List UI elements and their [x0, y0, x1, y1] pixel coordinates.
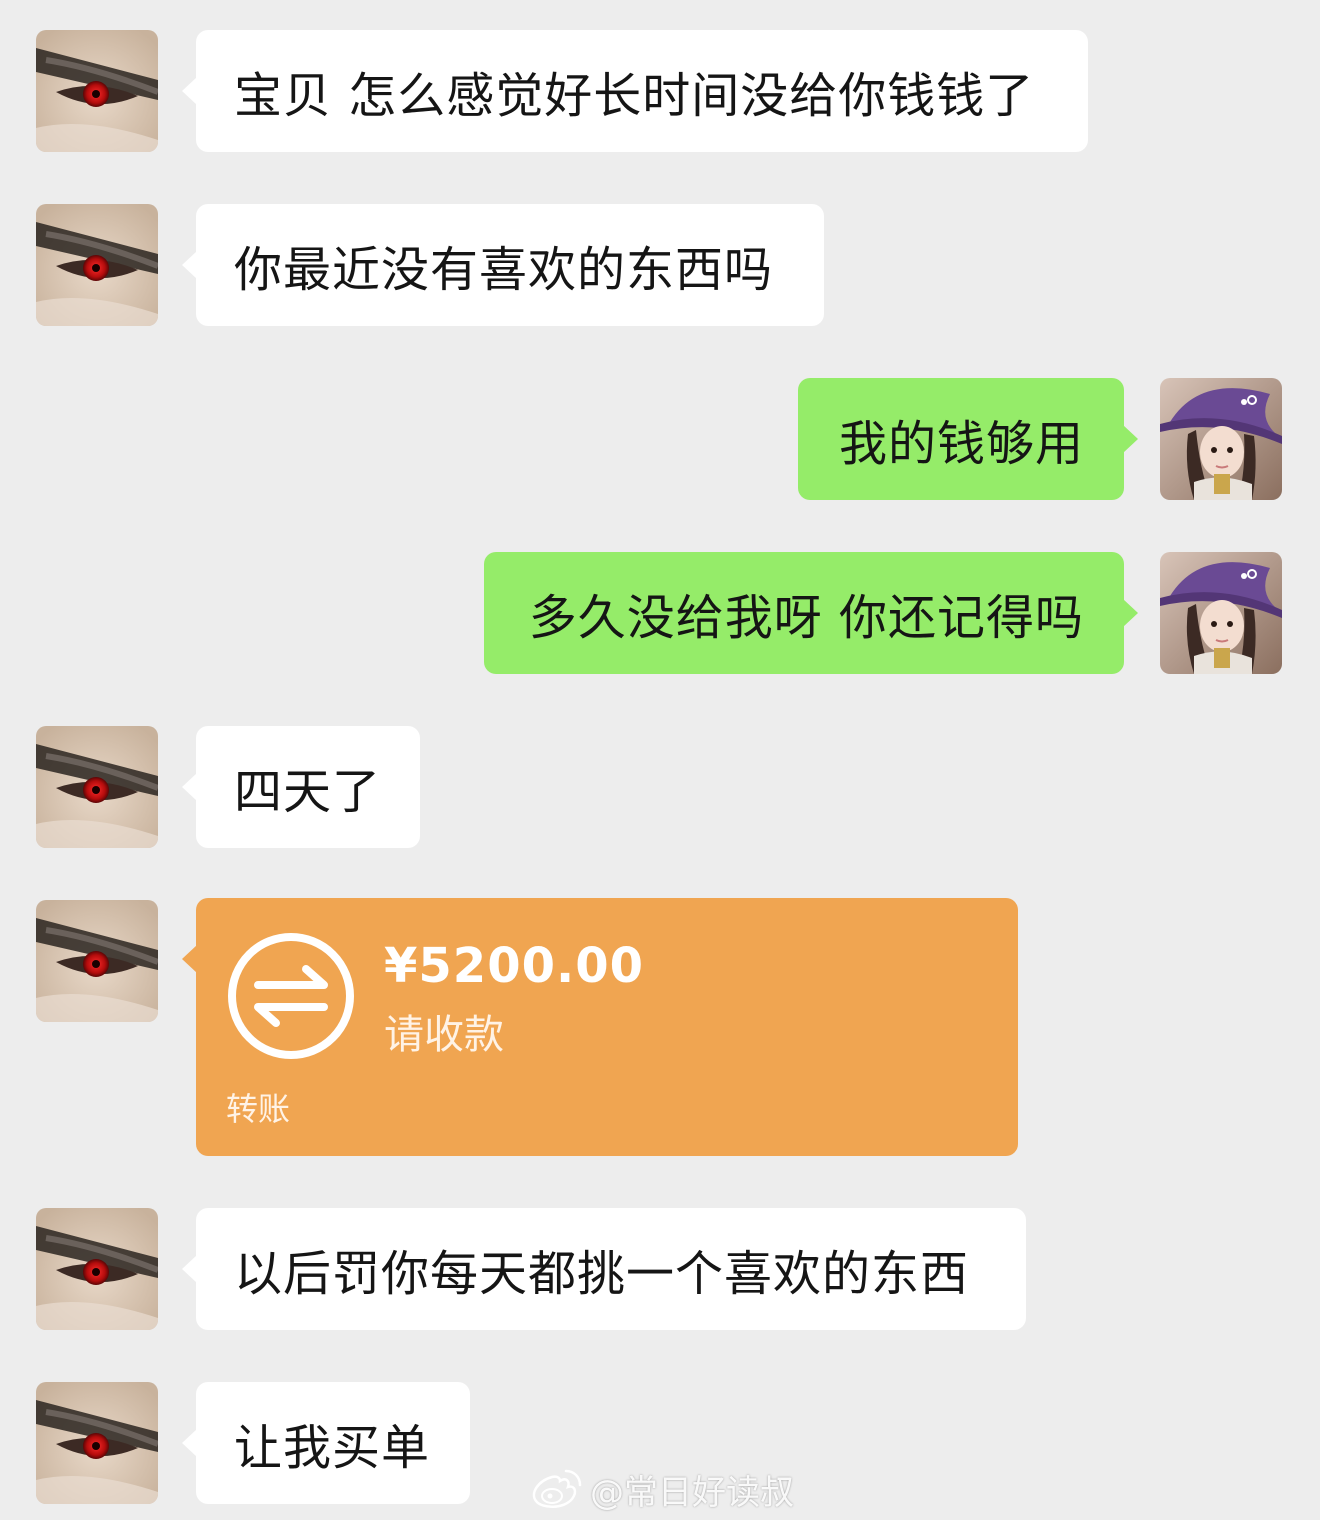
message-text: 让我买单: [234, 1420, 431, 1476]
contact-avatar[interactable]: [36, 204, 158, 326]
message-bubble[interactable]: 宝贝 怎么感觉好长时间没给你钱钱了: [182, 30, 1088, 152]
red-eye-avatar-icon: [36, 1208, 158, 1330]
transfer-status: 请收款: [384, 1012, 504, 1058]
transfer-amount: ¥5200.00: [384, 938, 645, 994]
watermark: @常日好读叔: [530, 1462, 794, 1516]
message-bubble[interactable]: 你最近没有喜欢的东西吗: [182, 204, 824, 326]
watermark-text: @常日好读叔: [590, 1472, 794, 1513]
message-text: 我的钱够用: [838, 416, 1084, 472]
red-eye-avatar-icon: [36, 900, 158, 1022]
contact-avatar[interactable]: [36, 900, 158, 1022]
witch-hat-girl-avatar-icon: [1160, 378, 1282, 500]
contact-avatar[interactable]: [36, 726, 158, 848]
contact-avatar[interactable]: [36, 1382, 158, 1504]
red-eye-avatar-icon: [36, 30, 158, 152]
message-bubble[interactable]: 多久没给我呀 你还记得吗: [484, 552, 1138, 674]
witch-hat-girl-avatar-icon: [1160, 552, 1282, 674]
message-text: 以后罚你每天都挑一个喜欢的东西: [234, 1246, 970, 1302]
message-text: 宝贝 怎么感觉好长时间没给你钱钱了: [234, 68, 1035, 124]
contact-avatar[interactable]: [36, 30, 158, 152]
transfer-label: 转账: [226, 1090, 291, 1128]
exchange-arrows-icon: [228, 933, 354, 1059]
red-eye-avatar-icon: [36, 726, 158, 848]
message-bubble[interactable]: 我的钱够用: [798, 378, 1138, 500]
self-avatar[interactable]: [1160, 378, 1282, 500]
red-eye-avatar-icon: [36, 204, 158, 326]
message-bubble[interactable]: 四天了: [182, 726, 420, 848]
contact-avatar[interactable]: [36, 1208, 158, 1330]
message-text: 你最近没有喜欢的东西吗: [234, 242, 774, 298]
message-text: 四天了: [234, 764, 382, 820]
message-text: 多久没给我呀 你还记得吗: [528, 590, 1084, 646]
message-bubble[interactable]: 让我买单: [182, 1382, 470, 1504]
self-avatar[interactable]: [1160, 552, 1282, 674]
transfer-card[interactable]: ¥5200.00 请收款 转账: [182, 898, 1018, 1156]
message-bubble[interactable]: 以后罚你每天都挑一个喜欢的东西: [182, 1208, 1026, 1330]
weibo-icon: [532, 1469, 582, 1508]
red-eye-avatar-icon: [36, 1382, 158, 1504]
